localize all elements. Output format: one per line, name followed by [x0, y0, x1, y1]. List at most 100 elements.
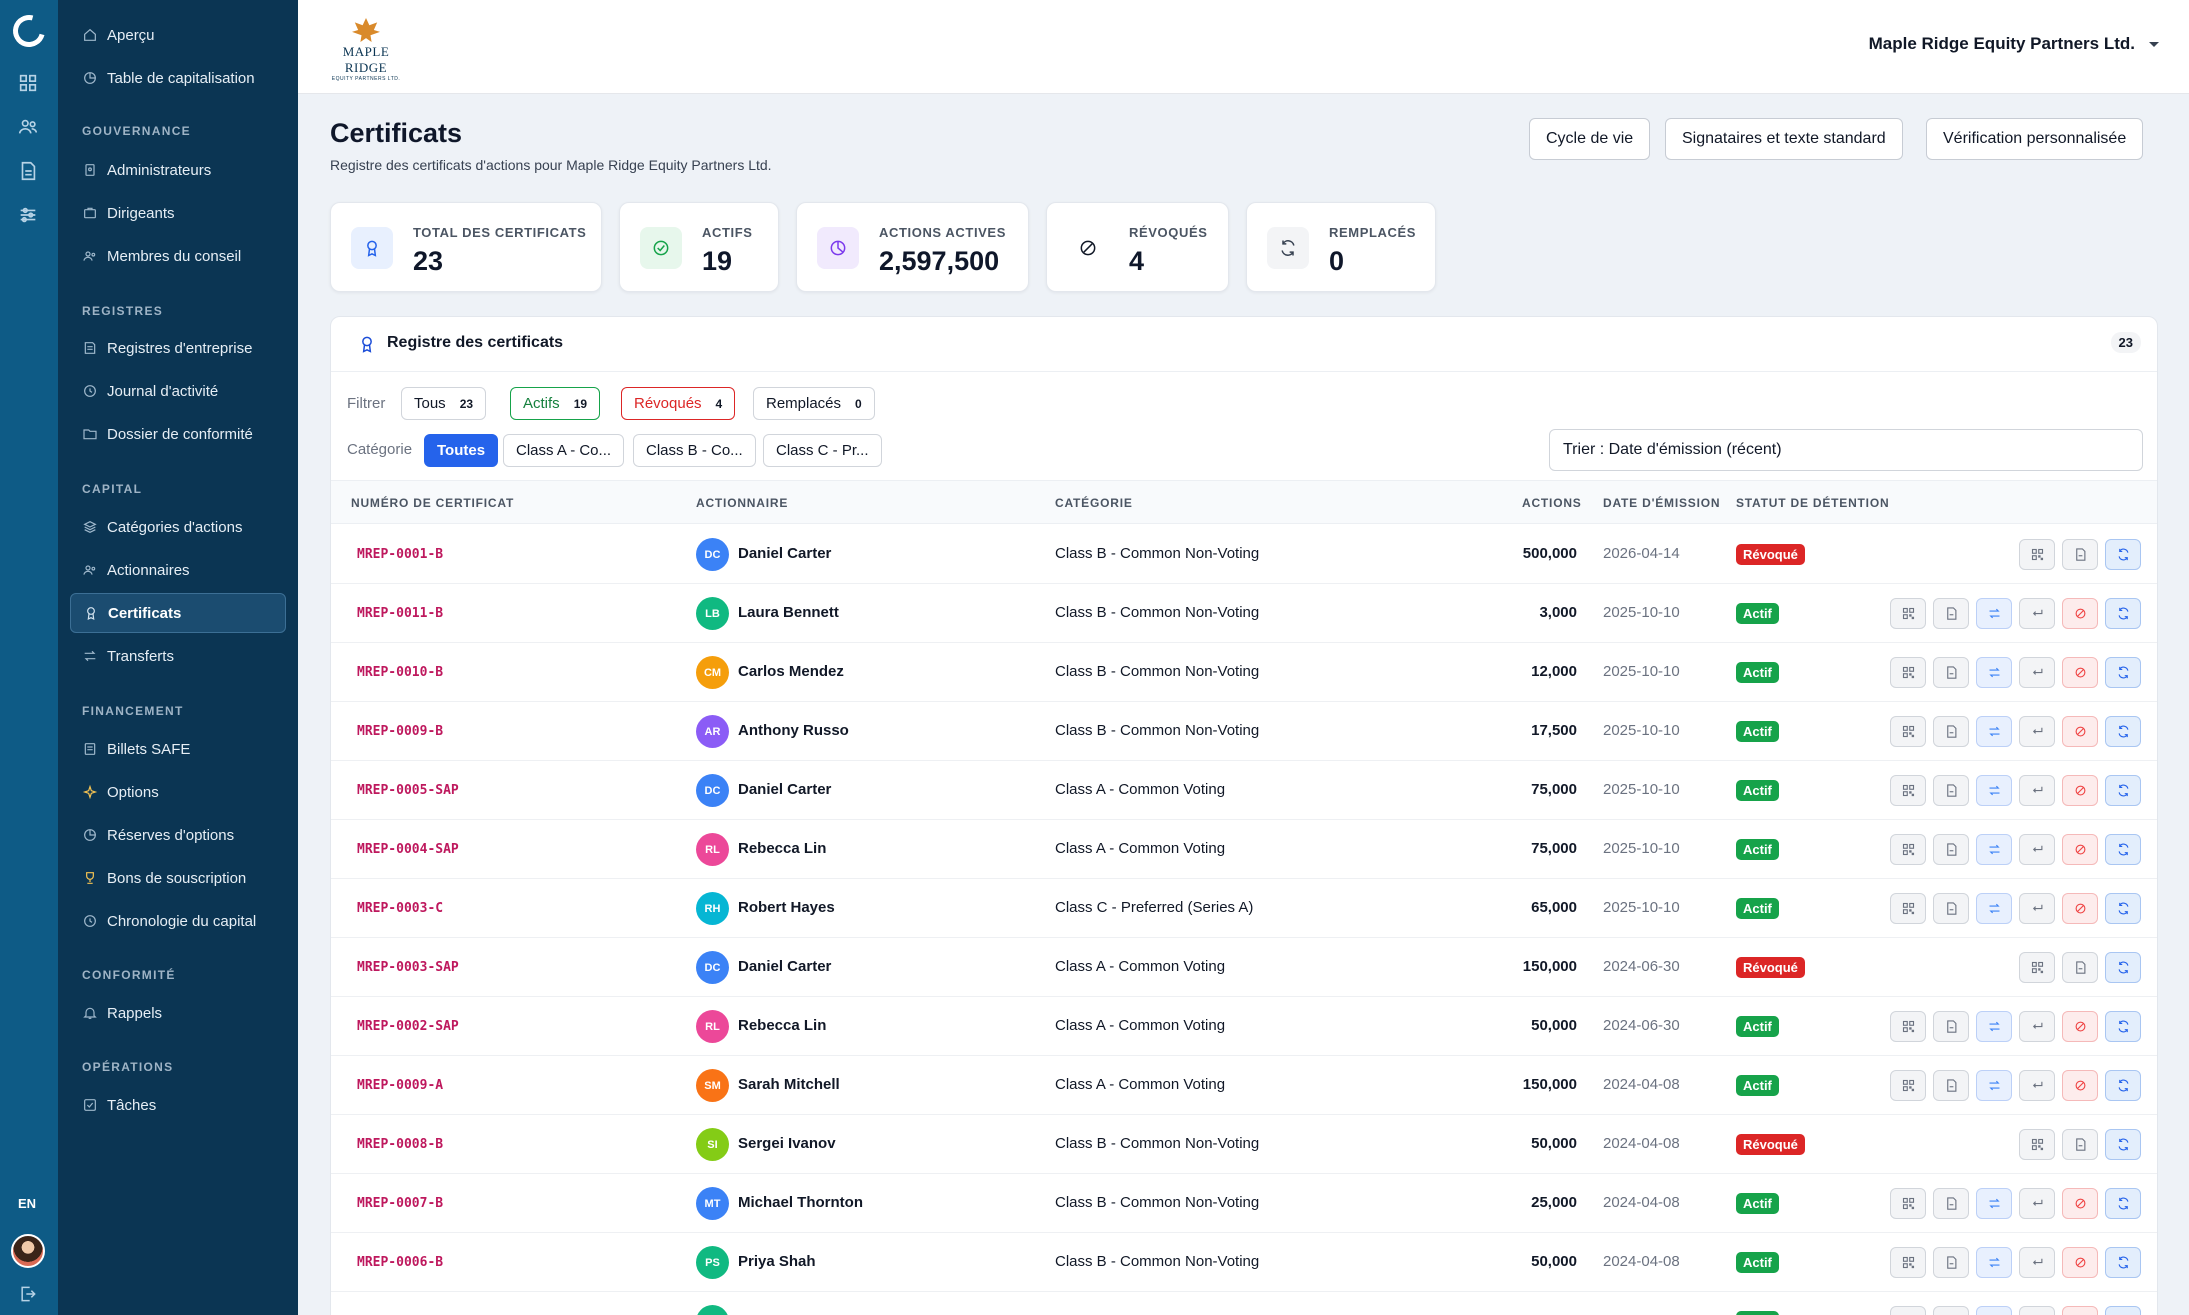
certificate-number[interactable]: MREP-0011-B [357, 606, 443, 621]
download-pdf-button[interactable] [1933, 1306, 1969, 1315]
sidebar-item-chronologie-capital[interactable]: Chronologie du capital [70, 901, 286, 941]
return-button[interactable] [2019, 1011, 2055, 1042]
revoke-button[interactable] [2062, 598, 2098, 629]
filter-actifs[interactable]: Actifs 19 [510, 387, 601, 420]
qr-code-button[interactable] [1890, 1247, 1926, 1278]
return-button[interactable] [2019, 657, 2055, 688]
sidebar-item-transferts[interactable]: Transferts [70, 636, 286, 676]
sidebar-item-dirigeants[interactable]: Dirigeants [70, 193, 286, 233]
holder-name[interactable]: Daniel Carter [738, 781, 831, 798]
category-class-b[interactable]: Class B - Co... [633, 434, 756, 467]
sidebar-item-apercu[interactable]: Aperçu [70, 15, 286, 55]
table-row[interactable]: MREP-0010-B CM Carlos Mendez Class B - Comm… [331, 643, 2157, 702]
revoke-button[interactable] [2062, 893, 2098, 924]
holder-name[interactable]: Sergei Ivanov [738, 1135, 836, 1152]
return-button[interactable] [2019, 598, 2055, 629]
download-pdf-button[interactable] [1933, 1070, 1969, 1101]
col-certificate[interactable]: NUMÉRO DE CERTIFICAT [351, 496, 514, 510]
sidebar-item-categories-actions[interactable]: Catégories d'actions [70, 507, 286, 547]
download-pdf-button[interactable] [1933, 1188, 1969, 1219]
sidebar-item-dossier-conformite[interactable]: Dossier de conformité [70, 414, 286, 454]
language-switch[interactable]: EN [18, 1196, 36, 1211]
replace-button[interactable] [2105, 834, 2141, 865]
qr-code-button[interactable] [1890, 657, 1926, 688]
col-holder[interactable]: ACTIONNAIRE [696, 496, 788, 510]
transfer-button[interactable] [1976, 657, 2012, 688]
replace-button[interactable] [2105, 1129, 2141, 1160]
replace-button[interactable] [2105, 1188, 2141, 1219]
download-pdf-button[interactable] [2062, 539, 2098, 570]
certificate-number[interactable]: MREP-0001-B [357, 547, 443, 562]
transfer-button[interactable] [1976, 1070, 2012, 1101]
sliders-icon[interactable] [17, 204, 39, 226]
download-pdf-button[interactable] [2062, 952, 2098, 983]
download-pdf-button[interactable] [1933, 657, 1969, 688]
table-row[interactable]: MREP-0004-SAP RL Rebecca Lin Class A - Comm… [331, 820, 2157, 879]
table-row[interactable]: MREP-0003-C RH Robert Hayes Class C - Prefe… [331, 879, 2157, 938]
replace-button[interactable] [2105, 1247, 2141, 1278]
sidebar-item-registres-entreprise[interactable]: Registres d'entreprise [70, 328, 286, 368]
signatories-button[interactable]: Signataires et texte standard [1665, 118, 1903, 160]
qr-code-button[interactable] [1890, 1011, 1926, 1042]
download-pdf-button[interactable] [1933, 775, 1969, 806]
download-pdf-button[interactable] [1933, 1247, 1969, 1278]
sidebar-item-cap-table[interactable]: Table de capitalisation [70, 58, 286, 98]
col-category[interactable]: CATÉGORIE [1055, 496, 1133, 510]
return-button[interactable] [2019, 1070, 2055, 1101]
col-issue-date[interactable]: DATE D'ÉMISSION [1603, 496, 1720, 510]
replace-button[interactable] [2105, 775, 2141, 806]
users-icon[interactable] [17, 116, 39, 138]
certificate-number[interactable]: MREP-0005-SAP [357, 783, 459, 798]
holder-name[interactable]: Anthony Russo [738, 722, 849, 739]
download-pdf-button[interactable] [1933, 598, 1969, 629]
filter-revoques[interactable]: Révoqués 4 [621, 387, 736, 420]
return-button[interactable] [2019, 716, 2055, 747]
table-row[interactable]: MREP-0007-B MT Michael Thornton Class B - C… [331, 1174, 2157, 1233]
transfer-button[interactable] [1976, 834, 2012, 865]
certificate-number[interactable]: MREP-0003-C [357, 901, 443, 916]
sidebar-item-membres-conseil[interactable]: Membres du conseil [70, 236, 286, 276]
qr-code-button[interactable] [1890, 1188, 1926, 1219]
replace-button[interactable] [2105, 657, 2141, 688]
lifecycle-button[interactable]: Cycle de vie [1529, 118, 1651, 160]
certificate-number[interactable]: MREP-0008-B [357, 1137, 443, 1152]
col-shares[interactable]: ACTIONS [1522, 496, 1582, 510]
table-row[interactable]: MREP-0006-B PS Priya Shah Class B - Common … [331, 1233, 2157, 1292]
table-row[interactable]: Actif [331, 1292, 2157, 1315]
app-logo-icon[interactable] [7, 9, 51, 53]
holder-name[interactable]: Daniel Carter [738, 958, 831, 975]
download-pdf-button[interactable] [2062, 1129, 2098, 1160]
category-class-c[interactable]: Class C - Pr... [763, 434, 882, 467]
certificate-number[interactable]: MREP-0009-B [357, 724, 443, 739]
table-row[interactable]: MREP-0001-B DC Daniel Carter Class B - Comm… [331, 525, 2157, 584]
qr-code-button[interactable] [1890, 893, 1926, 924]
logout-icon[interactable] [18, 1284, 38, 1304]
revoke-button[interactable] [2062, 1188, 2098, 1219]
qr-code-button[interactable] [1890, 716, 1926, 747]
holder-name[interactable]: Sarah Mitchell [738, 1076, 840, 1093]
transfer-button[interactable] [1976, 716, 2012, 747]
filter-remplaces[interactable]: Remplacés 0 [753, 387, 875, 420]
holder-name[interactable]: Laura Bennett [738, 604, 839, 621]
custom-verification-button[interactable]: Vérification personnalisée [1926, 118, 2144, 160]
holder-name[interactable]: Rebecca Lin [738, 840, 826, 857]
replace-button[interactable] [2105, 1070, 2141, 1101]
qr-code-button[interactable] [1890, 775, 1926, 806]
sidebar-item-taches[interactable]: Tâches [70, 1085, 286, 1125]
qr-code-button[interactable] [1890, 598, 1926, 629]
table-row[interactable]: MREP-0009-B AR Anthony Russo Class B - Comm… [331, 702, 2157, 761]
revoke-button[interactable] [2062, 1070, 2098, 1101]
sidebar-item-actionnaires[interactable]: Actionnaires [70, 550, 286, 590]
sidebar-item-rappels[interactable]: Rappels [70, 993, 286, 1033]
replace-button[interactable] [2105, 539, 2141, 570]
qr-code-button[interactable] [1890, 834, 1926, 865]
certificate-number[interactable]: MREP-0003-SAP [357, 960, 459, 975]
transfer-button[interactable] [1976, 1011, 2012, 1042]
holder-name[interactable]: Carlos Mendez [738, 663, 844, 680]
return-button[interactable] [2019, 1247, 2055, 1278]
download-pdf-button[interactable] [1933, 893, 1969, 924]
table-row[interactable]: MREP-0002-SAP RL Rebecca Lin Class A - Comm… [331, 997, 2157, 1056]
return-button[interactable] [2019, 1306, 2055, 1315]
transfer-button[interactable] [1976, 775, 2012, 806]
revoke-button[interactable] [2062, 834, 2098, 865]
